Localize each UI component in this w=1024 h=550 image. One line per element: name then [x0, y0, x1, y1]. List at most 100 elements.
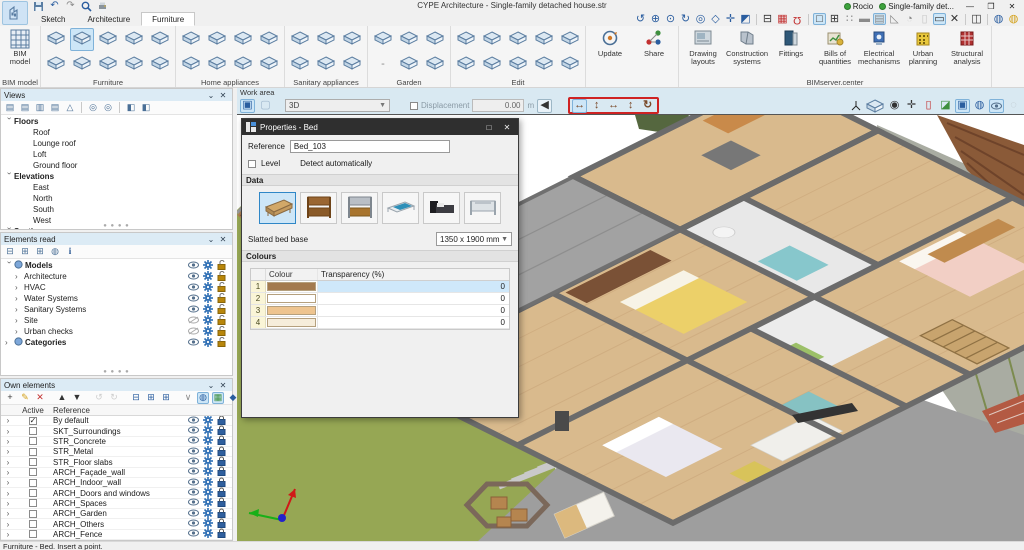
active-checkbox[interactable] — [29, 458, 37, 466]
ribbon-item-construction-systems[interactable]: Construction systems — [726, 27, 768, 77]
ribbon-item-fittings[interactable]: Fittings — [770, 27, 812, 77]
ribbon-item-sink[interactable] — [288, 53, 312, 76]
chevron-icon[interactable]: › — [15, 305, 24, 314]
chevron-icon[interactable]: › — [15, 272, 24, 281]
chevron-icon[interactable]: › — [1, 530, 15, 539]
chevron-icon[interactable]: › — [15, 327, 24, 336]
active-checkbox[interactable] — [29, 510, 37, 518]
ribbon-item-chest[interactable] — [96, 53, 120, 76]
chevron-icon[interactable]: › — [1, 499, 15, 508]
ribbon-item-mirror[interactable] — [532, 28, 556, 51]
chevron-icon[interactable]: › — [5, 261, 14, 270]
axes-icon[interactable] — [848, 99, 863, 113]
ribbon-item-shelving[interactable] — [148, 28, 172, 51]
elements-read-row-categories[interactable]: ›Categories — [1, 337, 232, 348]
ribbon-item-draw[interactable] — [454, 28, 478, 51]
info-icon[interactable]: i — [64, 246, 76, 258]
ribbon-item-coat-rack[interactable] — [44, 28, 68, 51]
chevron-icon[interactable]: › — [5, 117, 14, 126]
transparency-value[interactable]: 0 — [318, 281, 509, 292]
tree-node-floors[interactable]: ›Floors — [1, 116, 232, 127]
ribbon-item-electrical-mechanisms[interactable]: Electrical mechanisms — [858, 27, 900, 77]
app-logo-icon[interactable] — [2, 1, 28, 25]
section-icon[interactable]: ▯ — [921, 99, 936, 113]
transfer-down-icon[interactable]: ↻ — [108, 392, 120, 404]
eye-icon[interactable] — [188, 294, 199, 304]
delete-view-icon[interactable]: ▤ — [49, 102, 61, 114]
colour-row-2[interactable]: 20 — [251, 293, 509, 305]
pan-icon[interactable]: ◇ — [709, 13, 722, 25]
ribbon-item-chair[interactable] — [44, 53, 68, 76]
expand-level-icon[interactable]: ⊞ — [160, 392, 172, 404]
ribbon-item-parasol[interactable] — [397, 53, 421, 76]
snap-magnet-icon[interactable]: Ω — [791, 13, 804, 25]
rotation-icon[interactable]: ↻ — [640, 99, 655, 113]
render-sphere-icon[interactable]: ◍ — [972, 99, 987, 113]
edit-view-icon[interactable]: ▤ — [4, 102, 16, 114]
work-plane-icon[interactable]: ◪ — [938, 99, 953, 113]
ribbon-item-dimension[interactable] — [558, 28, 582, 51]
chevron-icon[interactable]: › — [1, 478, 15, 487]
view-item-loft[interactable]: Loft — [1, 149, 232, 160]
elements-read-row-site[interactable]: ›Site — [1, 315, 232, 326]
own-elements-collapse-button[interactable]: ⌄ — [205, 381, 217, 390]
chevron-icon[interactable]: › — [1, 416, 15, 425]
minimize-button[interactable]: — — [960, 1, 980, 12]
ribbon-item-tv[interactable] — [231, 28, 255, 51]
ribbon-item-oven[interactable] — [179, 53, 203, 76]
active-checkbox[interactable] — [29, 437, 37, 445]
camera-icon[interactable]: ◎ — [87, 102, 99, 114]
ribbon-item-washbasin[interactable] — [288, 28, 312, 51]
clock-icon[interactable]: ◔ — [903, 13, 916, 25]
comment-icon[interactable]: ▭ — [933, 13, 946, 25]
object-snap-grid-icon[interactable]: ▦ — [776, 13, 789, 25]
ribbon-item-update[interactable]: Update — [589, 27, 631, 77]
slatted-bed-base-option[interactable] — [259, 192, 296, 224]
zoom-previous-icon[interactable]: ↺ — [634, 13, 647, 25]
eye-off-icon[interactable] — [188, 327, 199, 337]
displacement-checkbox[interactable] — [410, 102, 418, 110]
wooden-bunk-bed-option[interactable] — [300, 192, 337, 224]
expand-level-icon[interactable]: ⊞ — [34, 246, 46, 258]
active-checkbox[interactable] — [29, 530, 37, 538]
elements-read-collapse-button[interactable]: ⌄ — [205, 235, 217, 244]
lock-icon[interactable] — [217, 528, 226, 540]
apply-displacement-button[interactable]: ◀ — [537, 99, 552, 113]
active-checkbox[interactable] — [29, 520, 37, 528]
ribbon-item-bidet[interactable] — [340, 28, 364, 51]
orbit-icon[interactable]: ◉ — [887, 99, 902, 113]
tab-furniture[interactable]: Furniture — [141, 12, 195, 26]
eye-icon[interactable] — [188, 283, 199, 293]
chevron-icon[interactable]: › — [15, 283, 24, 292]
ribbon-item-rotate[interactable] — [506, 28, 530, 51]
bed-size-selector[interactable]: 1350 x 1900 mm▼ — [436, 232, 512, 246]
elements-read-row-sanitary-systems[interactable]: ›Sanitary Systems — [1, 304, 232, 315]
delete-layer-icon[interactable]: ✕ — [34, 392, 46, 404]
ribbon-item-pergola[interactable] — [371, 28, 395, 51]
view-selector[interactable]: 3D▼ — [285, 99, 390, 112]
views-collapse-button[interactable]: ⌄ — [205, 91, 217, 100]
chevron-icon[interactable]: › — [1, 509, 15, 518]
chevron-icon[interactable]: › — [5, 172, 14, 181]
ribbon-item-screen-panel[interactable] — [231, 53, 255, 76]
transparency-value[interactable]: 0 — [318, 317, 509, 328]
transparency-value[interactable]: 0 — [318, 305, 509, 316]
chevron-icon[interactable]: › — [1, 437, 15, 446]
collapse-all-icon[interactable]: ⊟ — [4, 246, 16, 258]
collapse-all-icon[interactable]: ⊟ — [130, 392, 142, 404]
modern-dark-bed-option[interactable] — [423, 192, 460, 224]
eye-icon[interactable] — [188, 261, 199, 271]
ribbon-item-structural-analysis[interactable]: Structural analysis — [946, 27, 988, 77]
ribbon-item-bim-model[interactable]: BIMmodel — [3, 27, 37, 75]
sheet-icon[interactable]: ▯ — [918, 13, 931, 25]
ribbon-item-drawing-layouts[interactable]: Drawing layouts — [682, 27, 724, 77]
offset-x-icon[interactable]: ↔ — [606, 99, 621, 113]
ribbon-item-decking[interactable] — [423, 28, 447, 51]
view-item-roof[interactable]: Roof — [1, 127, 232, 138]
ribbon-item-sofa[interactable] — [70, 53, 94, 76]
layers-icon[interactable]: ▤ — [873, 13, 886, 25]
move-up-icon[interactable]: ▲ — [56, 392, 68, 404]
chevron-icon[interactable]: › — [1, 447, 15, 456]
views-close-button[interactable]: ✕ — [217, 91, 229, 100]
ribbon-item-bed[interactable] — [70, 28, 94, 51]
